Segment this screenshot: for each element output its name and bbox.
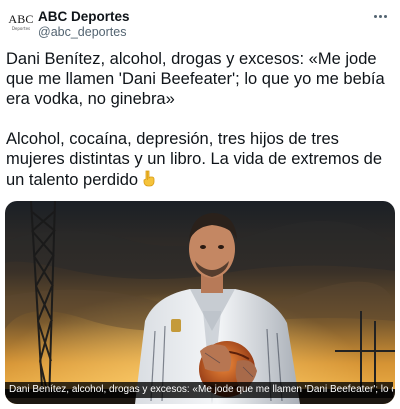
abc-logo-sub: Deportes (11, 26, 31, 31)
tweet-paragraph-2: Alcohol, cocaína, depresión, tres hijos … (6, 129, 394, 192)
tweet-media-image[interactable]: Dani Benítez, alcohol, drogas y excesos:… (5, 201, 395, 404)
author-names: ABC Deportes @abc_deportes (38, 9, 130, 40)
tweet-paragraph-2-text: Alcohol, cocaína, depresión, tres hijos … (6, 130, 383, 189)
tweet-paragraph-1: Dani Benítez, alcohol, drogas y excesos:… (6, 50, 385, 108)
abc-logo: ABC (8, 12, 34, 26)
tweet-text: Dani Benítez, alcohol, drogas y excesos:… (6, 49, 394, 192)
more-options-icon[interactable] (370, 10, 390, 22)
tweet-header: ABC Deportes ABC Deportes @abc_deportes (6, 6, 394, 40)
tweet-card[interactable]: ABC Deportes ABC Deportes @abc_deportes … (0, 0, 400, 409)
display-name[interactable]: ABC Deportes (38, 9, 130, 24)
pointing-down-icon (140, 169, 158, 192)
avatar[interactable]: ABC Deportes (6, 8, 36, 38)
user-handle[interactable]: @abc_deportes (38, 25, 130, 40)
photo-soccer-player-sunset (5, 201, 395, 404)
media-caption: Dani Benítez, alcohol, drogas y excesos:… (5, 382, 393, 398)
